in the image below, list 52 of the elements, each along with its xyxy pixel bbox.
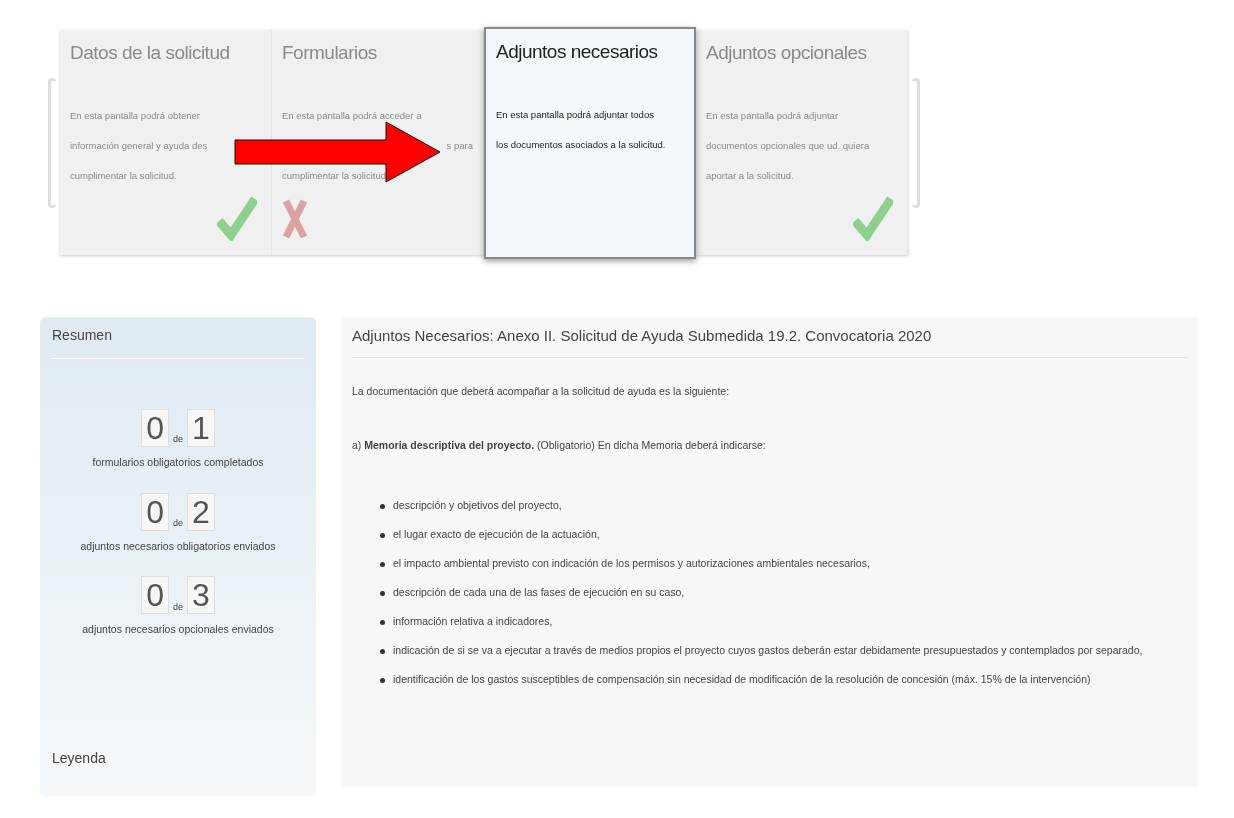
step-description-line: En esta pantalla podrá adjuntar todos <box>496 107 655 122</box>
bullet-icon <box>380 561 385 567</box>
step-description-line: información general y ayuda des <box>70 138 209 153</box>
section-text: a) Memoria descriptiva del proyecto. (Obligatorio) En dicha Memoria deberá indicarse: <box>352 437 767 453</box>
check-icon <box>217 195 257 241</box>
bullet-text: información relativa a indicadores, <box>393 614 553 630</box>
bullet-text: descripción y objetivos del proyecto, <box>393 498 562 514</box>
counter-separator: de <box>173 600 183 614</box>
bracket-icon <box>48 77 56 208</box>
legend-title: Leyenda <box>52 749 107 769</box>
counter-label: adjuntos necesarios obligatorios enviados <box>79 538 277 554</box>
counter-digit: 0 <box>141 408 169 447</box>
counter-digit: 0 <box>141 492 169 531</box>
step-title: Formularios <box>282 42 378 65</box>
step-title: Datos de la solicitud <box>70 42 231 65</box>
step-description-line: los documentos asociados a la solicitud. <box>496 137 667 152</box>
step-title: Adjuntos opcionales <box>706 42 868 65</box>
bullet-icon <box>380 648 385 654</box>
wizard-step[interactable]: Adjuntos opcionales En esta pantalla podrá adjuntar documentos opcionales que ud. quiera aportar a la solicitud. <box>696 30 908 255</box>
wizard-step[interactable]: Adjuntos necesarios En esta pantalla podrá adjuntar todos los documentos asociados a la solicitud. <box>484 27 696 259</box>
counter-label: adjuntos necesarios opcionales enviados <box>81 622 275 638</box>
step-description-line: En esta pantalla podrá acceder a <box>282 108 423 123</box>
bullet-icon <box>380 619 385 625</box>
step-description-line: s para <box>445 138 473 153</box>
bullet-icon <box>380 590 385 596</box>
counter-separator: de <box>173 433 183 447</box>
bullet-text: identificación de los gastos susceptibles de compensación sin necesidad de modificación de la resolución de concesión (máx. 15% de la intervención) <box>393 672 1091 688</box>
bullet-text: descripción de cada una de las fases de ejecución en su caso, <box>393 585 685 601</box>
step-description-line: cumplimentar la solicitud. <box>70 168 178 183</box>
bullet-icon <box>380 532 385 538</box>
counter-digit: 0 <box>141 576 169 615</box>
counter-label: formularios obligatorios completados <box>91 454 265 470</box>
summary-title: Resumen <box>52 327 304 359</box>
bullet-icon <box>380 503 385 509</box>
counter-digit: 3 <box>187 576 215 615</box>
bracket-icon <box>912 77 920 208</box>
bullet-text: indicación de si se va a ejecutar a través de medios propios el proyecto cuyos gastos deberán estar debidamente presupuestados y contemplados por separado, <box>393 643 1143 659</box>
intro-text: La documentación que deberá acompañar a la solicitud de ayuda es la siguiente: <box>352 384 731 399</box>
step-description-line: documentos opcionales que ud. quiera <box>706 138 871 153</box>
bullet-text: el lugar exacto de ejecución de la actuación, <box>393 527 600 543</box>
content-title: Adjuntos Necesarios: Anexo II. Solicitud de Ayuda Submedida 19.2. Convocatoria 2020 <box>352 327 1188 358</box>
bullet-text: el impacto ambiental previsto con indicación de los permisos y autorizaciones ambientales necesarios, <box>393 556 870 572</box>
cross-icon <box>282 197 308 241</box>
step-description-line: aportar a la solicitud. <box>706 168 795 183</box>
step-description-line: En esta pantalla podrá obtener <box>70 108 201 123</box>
counter-digit: 1 <box>187 408 215 447</box>
bullet-icon <box>380 677 385 683</box>
step-description-line: En esta pantalla podrá adjuntar <box>706 108 840 123</box>
counter-digit: 2 <box>187 492 215 531</box>
counter-separator: de <box>173 517 183 531</box>
step-title: Adjuntos necesarios <box>496 41 659 64</box>
check-icon <box>853 195 893 241</box>
